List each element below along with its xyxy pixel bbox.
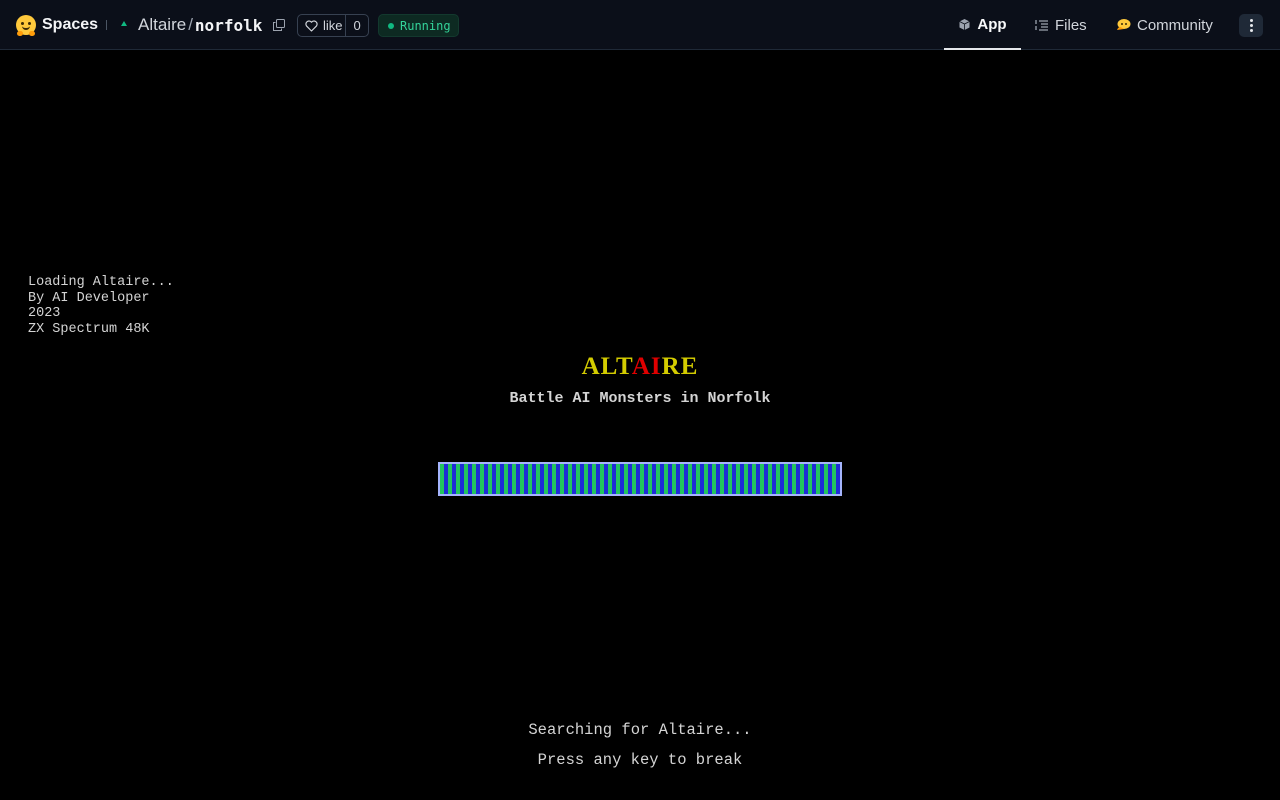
top-navigation-bar: Spaces Altaire / norfolk like 0 Running … xyxy=(0,0,1280,50)
like-count: 0 xyxy=(353,18,361,33)
dot-icon xyxy=(1249,19,1253,22)
loading-info: Loading Altaire... By AI Developer 2023 … xyxy=(28,275,174,337)
credit-line: By AI Developer xyxy=(28,290,150,306)
tab-app-label: App xyxy=(977,15,1007,33)
title-part-1: ALT xyxy=(581,353,632,380)
dot-icon xyxy=(1249,29,1253,32)
repo-breadcrumb: Altaire / norfolk xyxy=(120,14,262,36)
owner-link[interactable]: Altaire xyxy=(138,15,186,35)
tape-loading-bar xyxy=(438,462,842,496)
like-label: like xyxy=(323,18,343,33)
break-instruction-text: Press any key to break xyxy=(537,751,743,769)
divider xyxy=(106,20,107,30)
hugging-face-logo-icon xyxy=(16,15,36,36)
title-part-highlight: AI xyxy=(631,353,662,380)
year-line: 2023 xyxy=(28,306,61,321)
space-status-arrow-icon xyxy=(120,21,128,29)
breadcrumb-separator: / xyxy=(188,15,193,34)
repo-name-link[interactable]: norfolk xyxy=(195,16,262,35)
tab-community[interactable]: Community xyxy=(1115,0,1225,50)
tab-app[interactable]: App xyxy=(944,0,1021,50)
cube-icon xyxy=(959,18,971,30)
community-icon xyxy=(1117,19,1131,30)
tab-community-label: Community xyxy=(1137,16,1213,34)
copy-icon[interactable] xyxy=(273,19,285,31)
game-subtitle: Battle AI Monsters in Norfolk xyxy=(509,390,771,407)
title-part-2: RE xyxy=(661,353,699,380)
search-status-text: Searching for Altaire... xyxy=(528,721,752,739)
tab-files[interactable]: Files xyxy=(1035,0,1095,50)
game-title: ALTAIRE xyxy=(0,353,1280,381)
spaces-label: Spaces xyxy=(42,16,99,33)
loading-line: Loading Altaire... xyxy=(28,275,174,290)
like-button[interactable]: like 0 xyxy=(297,14,369,37)
status-badge: Running xyxy=(378,14,459,37)
more-options-button[interactable] xyxy=(1239,14,1263,37)
heart-icon xyxy=(305,19,318,32)
tab-files-label: Files xyxy=(1055,16,1087,34)
spaces-home-link[interactable]: Spaces xyxy=(16,15,99,36)
status-label: Running xyxy=(400,18,451,33)
dot-icon xyxy=(1249,24,1253,27)
files-icon xyxy=(1035,20,1048,31)
status-dot-icon xyxy=(388,22,394,29)
platform-line: ZX Spectrum 48K xyxy=(28,321,150,337)
